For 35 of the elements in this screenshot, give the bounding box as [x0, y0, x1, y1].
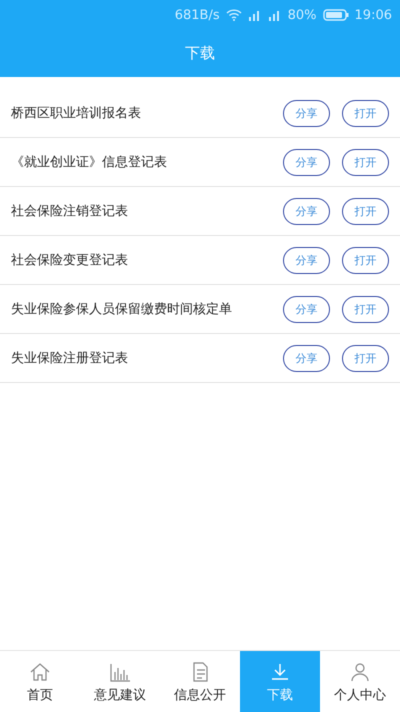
file-name: 社会保险变更登记表: [11, 252, 129, 269]
battery-icon: [322, 9, 349, 21]
nav-tab[interactable]: 首页: [0, 651, 80, 712]
signal-icon: [268, 9, 282, 21]
page-title: 下载: [185, 44, 215, 63]
file-name: 失业保险参保人员保留缴费时间核定单: [11, 301, 233, 318]
file-name: 社会保险注销登记表: [11, 203, 129, 220]
person-icon: [349, 662, 371, 682]
open-button[interactable]: 打开: [342, 344, 389, 372]
signal-icon: [248, 9, 262, 21]
wifi-icon: [226, 9, 242, 21]
share-button[interactable]: 分享: [283, 100, 330, 126]
open-button[interactable]: 打开: [342, 246, 389, 274]
nav-tab[interactable]: 个人中心: [320, 651, 400, 712]
clock-time: 19:06: [354, 8, 392, 22]
share-button[interactable]: 分享: [283, 148, 330, 176]
open-button[interactable]: 打开: [342, 148, 389, 176]
open-button[interactable]: 打开: [342, 296, 389, 322]
open-button[interactable]: 打开: [342, 100, 389, 126]
nav-tab[interactable]: 意见建议: [80, 651, 160, 712]
download-icon: [269, 662, 291, 682]
file-name: 失业保险注册登记表: [11, 350, 129, 367]
bar-chart-icon: [109, 662, 131, 682]
share-button[interactable]: 分享: [283, 198, 330, 224]
network-speed: 681B/s: [174, 8, 220, 22]
file-name: 《就业创业证》信息登记表: [11, 154, 168, 171]
nav-tab[interactable]: 下载: [240, 651, 320, 712]
file-name: 桥西区职业培训报名表: [11, 105, 142, 122]
battery-level: 80%: [288, 8, 317, 22]
nav-tab[interactable]: 信息公开: [160, 651, 240, 712]
share-button[interactable]: 分享: [283, 296, 330, 322]
share-button[interactable]: 分享: [283, 344, 330, 372]
open-button[interactable]: 打开: [342, 198, 389, 224]
home-icon: [29, 662, 51, 682]
share-button[interactable]: 分享: [283, 246, 330, 274]
